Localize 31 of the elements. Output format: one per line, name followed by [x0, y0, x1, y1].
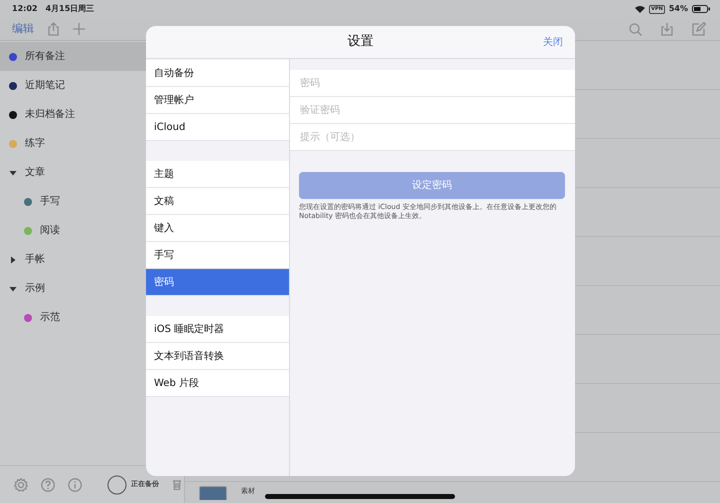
plus-icon[interactable]	[73, 23, 85, 35]
settings-item[interactable]: iCloud	[146, 114, 289, 141]
text-field[interactable]: 密码	[290, 70, 575, 97]
progress-ring-icon	[107, 474, 127, 494]
dialog-title: 设置	[348, 33, 374, 52]
search-icon[interactable]	[629, 22, 642, 36]
home-indicator[interactable]	[265, 494, 455, 499]
text-field[interactable]: 验证密码	[290, 97, 575, 124]
download-icon[interactable]	[661, 22, 673, 36]
status-time: 12:02	[12, 3, 38, 15]
status-date: 4月15日周三	[45, 3, 94, 15]
settings-item[interactable]: 键入	[146, 215, 289, 242]
settings-item[interactable]: 密码	[146, 269, 289, 296]
help-icon[interactable]	[41, 478, 55, 492]
battery-percent: 54%	[668, 3, 688, 15]
settings-icon[interactable]	[14, 478, 28, 492]
wifi-icon	[635, 5, 646, 13]
settings-item[interactable]: 管理帐户	[146, 87, 289, 114]
note-thumbnail[interactable]	[199, 486, 227, 500]
compose-icon[interactable]	[692, 22, 706, 36]
settings-item[interactable]: Web 片段	[146, 370, 289, 397]
share-icon[interactable]	[48, 22, 59, 36]
settings-item[interactable]: iOS 睡眠定时器	[146, 316, 289, 343]
settings-item[interactable]: 文稿	[146, 188, 289, 215]
battery-icon	[692, 5, 710, 13]
info-icon[interactable]	[68, 478, 82, 492]
settings-item[interactable]: 主题	[146, 161, 289, 188]
settings-item[interactable]: 自动备份	[146, 60, 289, 87]
text-field[interactable]: 提示（可选）	[290, 124, 575, 151]
trash-icon[interactable]	[172, 479, 182, 490]
settings-item[interactable]: 文本到语音转换	[146, 343, 289, 370]
